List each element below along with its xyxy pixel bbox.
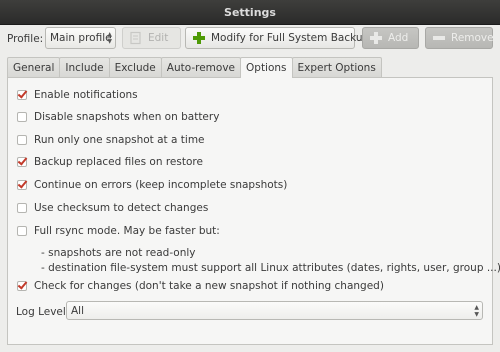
rsync-note: - destination file-system must support a… (41, 262, 500, 274)
option-label: Backup replaced files on restore (34, 156, 203, 168)
one-snapshot-option[interactable]: Run only one snapshot at a time (17, 134, 205, 146)
backup-replaced-files-option[interactable]: Backup replaced files on restore (17, 156, 203, 168)
checkbox[interactable] (17, 135, 27, 145)
checkbox[interactable] (17, 157, 27, 167)
log-level-label: Log Level: (16, 306, 70, 318)
log-level-select[interactable]: All ▲ ▼ (66, 301, 483, 320)
option-label: Disable snapshots when on battery (34, 111, 220, 123)
select-arrows-icon: ▲ ▼ (107, 31, 112, 45)
disable-on-battery-option[interactable]: Disable snapshots when on battery (17, 111, 219, 123)
continue-on-errors-option[interactable]: Continue on errors (keep incomplete snap… (17, 179, 287, 191)
add-profile-button[interactable]: Add (362, 27, 419, 49)
tab-auto-remove[interactable]: Auto-remove (160, 57, 242, 77)
checkbox[interactable] (17, 203, 27, 213)
select-arrows-icon: ▲ ▼ (474, 304, 479, 318)
tab-label: Options (246, 62, 287, 74)
minus-icon (432, 31, 446, 45)
check-for-changes-option[interactable]: Check for changes (don't take a new snap… (17, 280, 384, 292)
modify-full-system-backup-button[interactable]: Modify for Full System Backup (185, 27, 369, 49)
tab-general[interactable]: General (7, 57, 61, 77)
checkbox[interactable] (17, 90, 27, 100)
tab-label: Expert Options (297, 61, 376, 74)
checkbox[interactable] (17, 226, 27, 236)
plus-icon (369, 31, 383, 45)
plus-icon (192, 31, 206, 45)
tab-label: Include (65, 61, 104, 74)
rsync-note: - snapshots are not read-only (41, 247, 196, 259)
settings-tabs: General Include Exclude Auto-remove Opti… (7, 57, 382, 78)
window-titlebar: Settings (0, 0, 500, 25)
tab-label: General (13, 61, 55, 74)
profile-toolbar: Profile: Main profile ▲ ▼ Edit Modify for… (0, 24, 500, 55)
full-rsync-mode-option[interactable]: Full rsync mode. May be faster but: (17, 225, 220, 237)
tab-expert-options[interactable]: Expert Options (291, 57, 382, 77)
checkbox[interactable] (17, 281, 27, 291)
checkbox[interactable] (17, 180, 27, 190)
option-label: Enable notifications (34, 89, 138, 101)
edit-button[interactable]: Edit (122, 27, 181, 49)
tab-label: Exclude (114, 61, 156, 74)
tab-options[interactable]: Options (240, 57, 293, 78)
option-label: Full rsync mode. May be faster but: (34, 225, 220, 237)
profile-select[interactable]: Main profile ▲ ▼ (45, 27, 116, 49)
profile-value: Main profile (50, 32, 112, 44)
modify-label: Modify for Full System Backup (211, 32, 370, 44)
checkbox[interactable] (17, 112, 27, 122)
option-label: Continue on errors (keep incomplete snap… (34, 179, 288, 191)
tab-exclude[interactable]: Exclude (108, 57, 162, 77)
edit-label: Edit (148, 32, 169, 44)
use-checksum-option[interactable]: Use checksum to detect changes (17, 202, 208, 214)
window-title: Settings (224, 5, 276, 19)
remove-profile-button[interactable]: Remove (425, 27, 494, 49)
profile-label: Profile: (7, 33, 44, 45)
option-label: Check for changes (don't take a new snap… (34, 280, 384, 292)
add-label: Add (388, 32, 409, 44)
tab-include[interactable]: Include (59, 57, 110, 77)
option-label: Use checksum to detect changes (34, 202, 209, 214)
tab-label: Auto-remove (166, 61, 236, 74)
edit-icon (129, 31, 143, 45)
enable-notifications-option[interactable]: Enable notifications (17, 89, 138, 101)
remove-label: Remove (451, 32, 494, 44)
options-panel: Enable notifications Disable snapshots w… (7, 77, 500, 345)
option-label: Run only one snapshot at a time (34, 134, 205, 146)
log-level-value: All (71, 304, 85, 317)
